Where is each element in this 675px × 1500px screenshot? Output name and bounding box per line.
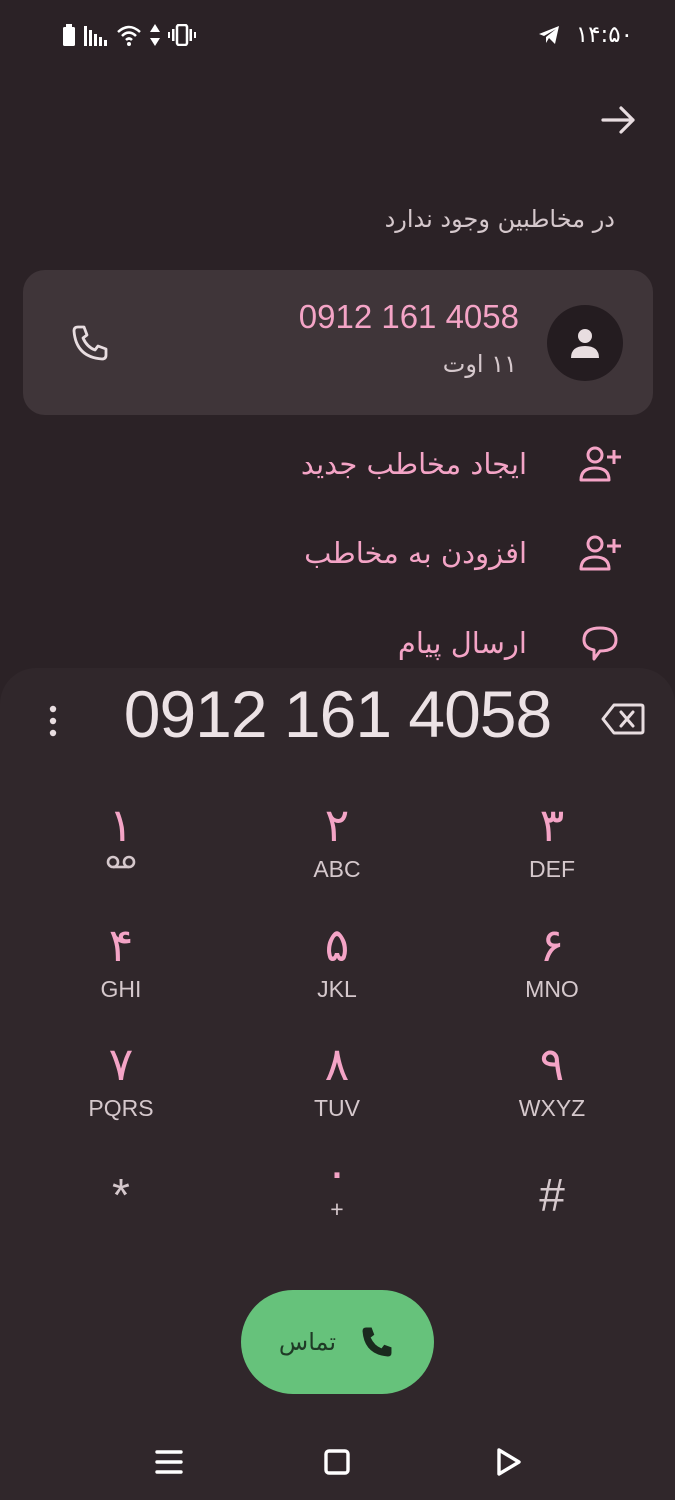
voicemail-icon <box>106 855 136 869</box>
key-4[interactable]: ۴ GHI <box>51 916 191 1016</box>
battery-icon <box>63 24 75 46</box>
key-letters: WXYZ <box>518 1095 586 1121</box>
send-message-label: ارسال پیام <box>397 626 527 660</box>
status-bar: ۱۴:۵۰ <box>0 0 675 76</box>
dialed-number[interactable]: 0912 161 4058 <box>100 676 575 752</box>
menu-icon[interactable] <box>149 1442 189 1482</box>
key-digit: ۵ <box>324 918 350 972</box>
message-icon <box>577 620 623 666</box>
key-digit: # <box>539 1169 565 1221</box>
key-3[interactable]: ۳ DEF <box>482 796 622 896</box>
key-letters: MNO <box>525 976 579 1002</box>
create-contact-action[interactable]: ایجاد مخاطب جدید <box>301 434 623 494</box>
home-icon[interactable] <box>317 1442 357 1482</box>
person-icon <box>571 329 599 358</box>
wifi-icon <box>117 25 141 46</box>
key-1[interactable]: ۱ <box>51 796 191 896</box>
call-date: ۱۱ اوت <box>442 350 517 378</box>
key-8[interactable]: ۸ TUV <box>267 1035 407 1135</box>
key-letters: PQRS <box>88 1095 154 1121</box>
key-digit: ۸ <box>324 1037 350 1091</box>
status-icons-left <box>62 24 196 46</box>
signal-icon <box>84 26 107 46</box>
create-contact-label: ایجاد مخاطب جدید <box>300 447 527 481</box>
key-letters: DEF <box>529 856 575 882</box>
recent-call-card[interactable]: 0912 161 4058 ۱۱ اوت <box>23 270 653 415</box>
telegram-icon <box>538 26 559 44</box>
contact-number: 0912 161 4058 <box>298 298 519 335</box>
key-star[interactable]: * <box>51 1165 191 1265</box>
key-digit: ۴ <box>108 918 134 972</box>
key-6[interactable]: ۶ MNO <box>482 916 622 1016</box>
key-letters: + <box>330 1196 344 1222</box>
key-digit: * <box>112 1169 130 1221</box>
clock: ۱۴:۵۰ <box>575 22 633 48</box>
add-to-contact-action[interactable]: افزودن به مخاطب <box>304 523 623 583</box>
call-label: تماس <box>278 1328 337 1356</box>
add-to-contact-label: افزودن به مخاطب <box>304 536 527 570</box>
key-letters: JKL <box>317 976 357 1002</box>
key-digit: ۷ <box>108 1037 134 1091</box>
not-in-contacts-label: در مخاطبین وجود ندارد <box>384 205 615 233</box>
back-arrow-icon[interactable] <box>599 100 639 140</box>
back-triangle-icon[interactable] <box>488 1442 528 1482</box>
data-arrows-icon <box>150 24 160 46</box>
key-9[interactable]: ۹ WXYZ <box>482 1035 622 1135</box>
key-digit: ۰ <box>324 1145 350 1199</box>
phone-icon[interactable] <box>69 322 111 364</box>
vibrate-icon <box>168 24 196 46</box>
phone-icon <box>362 1327 392 1357</box>
key-letters: ABC <box>313 856 361 882</box>
avatar <box>547 305 623 381</box>
add-person-icon <box>577 530 623 576</box>
key-hash[interactable]: # <box>482 1165 622 1265</box>
backspace-icon[interactable] <box>600 700 646 738</box>
more-options-icon[interactable] <box>40 702 66 742</box>
key-letters: TUV <box>314 1095 360 1121</box>
key-digit: ۹ <box>539 1037 565 1091</box>
key-5[interactable]: ۵ JKL <box>267 916 407 1016</box>
key-digit: ۶ <box>539 918 565 972</box>
call-button[interactable]: تماس <box>241 1290 434 1394</box>
key-0[interactable]: ۰ + <box>267 1145 407 1250</box>
key-digit: ۱ <box>108 798 134 852</box>
key-digit: ۳ <box>539 798 565 852</box>
key-7[interactable]: ۷ PQRS <box>51 1035 191 1135</box>
key-digit: ۲ <box>324 798 350 852</box>
key-2[interactable]: ۲ ABC <box>267 796 407 896</box>
navigation-bar <box>0 1420 675 1500</box>
add-person-icon <box>577 441 623 487</box>
key-letters: GHI <box>100 976 142 1002</box>
send-message-action[interactable]: ارسال پیام <box>398 613 623 673</box>
